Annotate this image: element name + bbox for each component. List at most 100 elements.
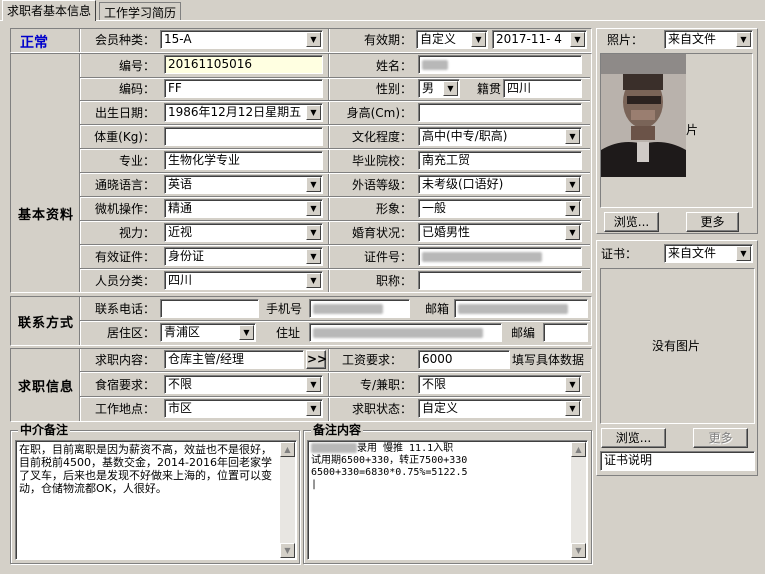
board-label: 食宿要求：: [94, 378, 155, 392]
job-content-more-button[interactable]: >>: [306, 350, 327, 369]
birth-date-picker[interactable]: 1986年12月12日星期五 ▼: [164, 103, 323, 122]
mobile-field[interactable]: [309, 299, 410, 318]
cert-type-label: 有效证件：: [94, 250, 155, 264]
location-select[interactable]: 市区 ▼: [164, 399, 323, 418]
certificate-empty-text: 没有图片: [652, 339, 701, 353]
photo-more-button[interactable]: 更多: [686, 212, 739, 232]
chevron-down-icon: ▼: [736, 246, 751, 261]
district-select[interactable]: 青浦区 ▼: [160, 323, 256, 342]
education-label: 文化程度：: [351, 130, 412, 144]
chevron-down-icon: ▼: [736, 32, 751, 47]
height-label: 身高(Cm)：: [346, 106, 412, 120]
location-label: 工作地点：: [94, 402, 155, 416]
scroll-up-icon[interactable]: ▲: [280, 442, 295, 457]
tab-basic-info[interactable]: 求职者基本信息: [2, 0, 97, 21]
weight-field[interactable]: [164, 127, 323, 146]
email-field[interactable]: [454, 299, 588, 318]
gender-select[interactable]: 男 ▼: [418, 79, 460, 98]
job-content-field[interactable]: 仓库主管/经理: [164, 350, 304, 369]
member-type-select[interactable]: 15-A ▼: [160, 30, 323, 49]
image-select[interactable]: 一般 ▼: [418, 199, 582, 218]
marital-select[interactable]: 已婚男性 ▼: [418, 223, 582, 242]
chevron-down-icon: ▼: [306, 249, 321, 264]
cert-number-field[interactable]: [418, 247, 582, 266]
job-title-field[interactable]: [418, 271, 582, 290]
parttime-select[interactable]: 不限 ▼: [418, 375, 582, 394]
major-field[interactable]: 生物化学专业: [164, 151, 323, 170]
computer-label: 微机操作：: [94, 202, 155, 216]
scroll-down-icon[interactable]: ▼: [571, 543, 586, 558]
photo-overlay-text: 片: [686, 123, 699, 137]
job-state-label: 求职状态：: [351, 402, 412, 416]
validity-mode-select[interactable]: 自定义 ▼: [416, 30, 488, 49]
native-field[interactable]: 四川: [503, 79, 582, 98]
job-content-label: 求职内容：: [94, 353, 155, 367]
chevron-down-icon: ▼: [565, 129, 580, 144]
chevron-down-icon: ▼: [565, 377, 580, 392]
certificate-more-button[interactable]: 更多: [693, 428, 748, 448]
remark-line-3: 6500+330=6830*0.75%=5122.5: [311, 467, 468, 478]
id-field[interactable]: 20161105016: [164, 55, 323, 74]
zip-field[interactable]: [543, 323, 588, 342]
job-title-label: 职称：: [375, 274, 412, 288]
tab-work-history[interactable]: 工作学习简历: [99, 2, 182, 20]
agency-note-scrollbar[interactable]: ▲ ▼: [280, 442, 295, 558]
chevron-down-icon: ▼: [565, 401, 580, 416]
agency-note-text: 在职，目前离职是因为薪资不高，效益也不是很好，目前税前4500，基数交金，201…: [19, 443, 272, 495]
remark-textarea[interactable]: 录用 慢推 11.1入职 试用期6500+330，转正7500+330 6500…: [307, 440, 588, 560]
id-label: 编号：: [118, 59, 155, 73]
parttime-label: 专/兼职：: [359, 378, 412, 392]
certificate-label: 证书：: [601, 247, 638, 261]
vision-label: 视力：: [118, 226, 155, 240]
photo-browse-button[interactable]: 浏览...: [604, 212, 659, 232]
member-type-label: 会员种类：: [94, 33, 155, 47]
code-field[interactable]: FF: [164, 79, 323, 98]
certificate-browse-button[interactable]: 浏览...: [601, 428, 666, 448]
validity-label: 有效期：: [363, 33, 412, 47]
cert-type-select[interactable]: 身份证 ▼: [164, 247, 323, 266]
vision-select[interactable]: 近视 ▼: [164, 223, 323, 242]
mobile-label: 手机号: [266, 302, 303, 316]
remark-scrollbar[interactable]: ▲ ▼: [571, 442, 586, 558]
weight-label: 体重(Kg)：: [94, 130, 155, 144]
education-select[interactable]: 高中(中专/职高) ▼: [418, 127, 582, 146]
status-label: 正常: [20, 35, 48, 51]
category-label: 人员分类：: [94, 274, 155, 288]
email-label: 邮箱: [425, 302, 450, 316]
scroll-down-icon[interactable]: ▼: [280, 543, 295, 558]
chevron-down-icon: ▼: [239, 325, 254, 340]
section-job-title: 求职信息: [17, 380, 74, 395]
birth-label: 出生日期：: [94, 106, 155, 120]
agency-note-textarea[interactable]: 在职，目前离职是因为薪资不高，效益也不是很好，目前税前4500，基数交金，201…: [15, 440, 297, 560]
category-select[interactable]: 四川 ▼: [164, 271, 323, 290]
photo-image: [601, 54, 686, 177]
validity-date-picker[interactable]: 2017-11- 4 ▼: [492, 30, 587, 49]
job-state-select[interactable]: 自定义 ▼: [418, 399, 582, 418]
salary-field[interactable]: 6000: [418, 350, 510, 369]
computer-select[interactable]: 精通 ▼: [164, 199, 323, 218]
language-select[interactable]: 英语 ▼: [164, 175, 323, 194]
district-label: 居住区：: [106, 326, 155, 340]
remark-title: 备注内容: [311, 423, 364, 437]
address-field[interactable]: [309, 323, 502, 342]
certificate-desc-field[interactable]: 证书说明: [600, 451, 755, 471]
phone-label: 联系电话：: [94, 302, 155, 316]
zip-label: 邮编: [511, 326, 536, 340]
phone-field[interactable]: [160, 299, 259, 318]
section-basic-title: 基本资料: [17, 208, 74, 223]
agency-note-title: 中介备注: [18, 423, 71, 437]
photo-source-select[interactable]: 来自文件 ▼: [664, 30, 753, 49]
name-field[interactable]: [418, 55, 582, 74]
chevron-down-icon: ▼: [565, 177, 580, 192]
chevron-down-icon: ▼: [443, 81, 458, 96]
school-field[interactable]: 南充工贸: [418, 151, 582, 170]
chevron-down-icon: ▼: [306, 177, 321, 192]
image-label: 形象：: [375, 202, 412, 216]
board-select[interactable]: 不限 ▼: [164, 375, 323, 394]
scroll-up-icon[interactable]: ▲: [571, 442, 586, 457]
certificate-source-select[interactable]: 来自文件 ▼: [664, 244, 753, 263]
height-field[interactable]: [418, 103, 582, 122]
cert-number-label: 证件号：: [363, 250, 412, 264]
native-label: 籍贯: [477, 82, 502, 96]
foreign-level-select[interactable]: 未考级(口语好) ▼: [418, 175, 582, 194]
